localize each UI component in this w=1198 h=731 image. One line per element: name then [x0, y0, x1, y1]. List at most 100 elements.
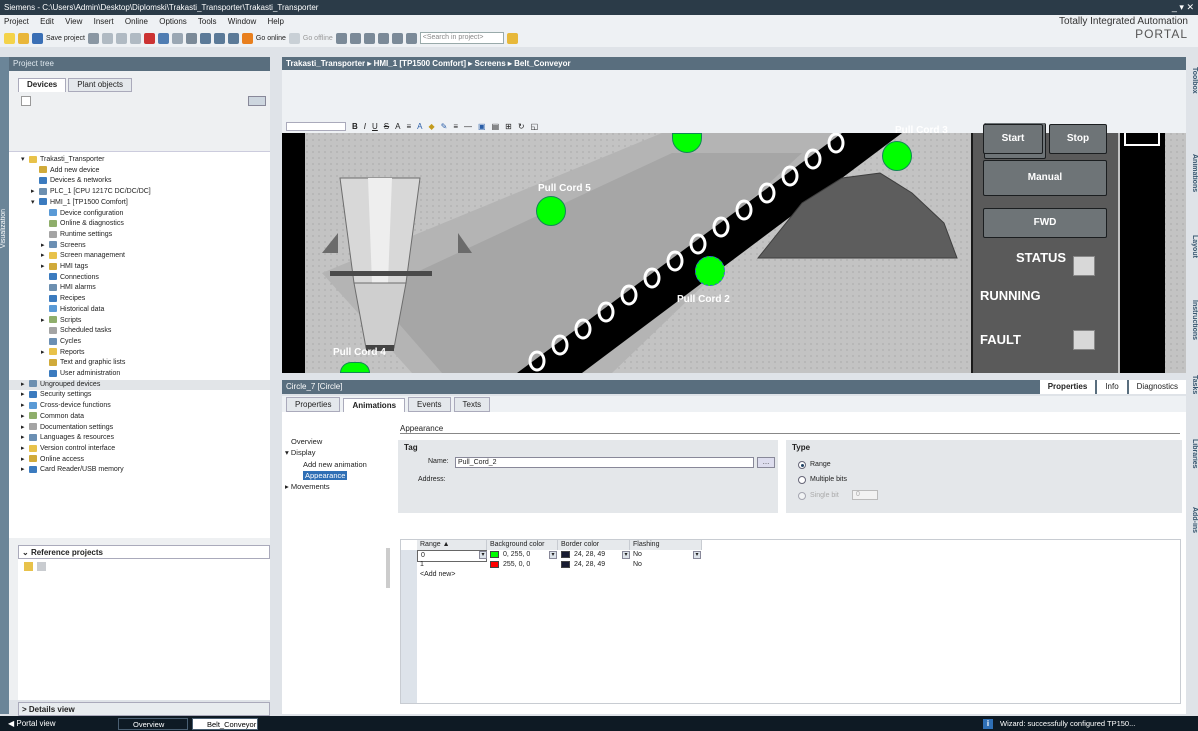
tree-item[interactable]: ▸ PLC_1 [CPU 1217C DC/DC/DC]: [9, 187, 270, 198]
tree-expand-icon[interactable]: ▾: [31, 198, 39, 209]
font-size-dropdown[interactable]: [286, 122, 346, 131]
start-button[interactable]: Start: [983, 124, 1043, 154]
underline-icon[interactable]: U: [372, 122, 378, 131]
group-icon[interactable]: ▤: [492, 122, 500, 131]
type-multiple-bits-radio[interactable]: [798, 476, 806, 484]
portal-view-button[interactable]: ◀ Portal view: [8, 716, 56, 731]
animations-tab[interactable]: Animations: [1186, 154, 1198, 192]
fwd-button[interactable]: FWD: [983, 208, 1107, 238]
cross-reference-icon[interactable]: [377, 32, 389, 44]
menu-help[interactable]: Help: [267, 17, 283, 26]
tree-item[interactable]: ▸ HMI tags: [9, 262, 270, 273]
tab-devices[interactable]: Devices: [18, 78, 67, 92]
tree-expand-icon[interactable]: ▸: [21, 465, 29, 476]
go-offline-button[interactable]: Go offline: [303, 35, 333, 42]
grid-cell-bg-1[interactable]: 255, 0, 0: [487, 560, 530, 570]
grid-cell-flashing-1[interactable]: No: [630, 560, 642, 570]
window-controls[interactable]: _ ▾ ✕: [1172, 0, 1194, 15]
tree-expand-icon[interactable]: ▸: [21, 444, 29, 455]
pull-cord-2-indicator[interactable]: [695, 256, 725, 286]
tree-item[interactable]: ▸ Security settings: [9, 390, 270, 401]
undo-icon[interactable]: [157, 32, 169, 44]
open-project-icon[interactable]: [18, 32, 29, 44]
grid-header-background-color[interactable]: Background color: [487, 540, 558, 550]
manual-button[interactable]: Manual: [983, 160, 1107, 196]
strikethrough-icon[interactable]: S: [384, 122, 389, 131]
properties-top-tab[interactable]: Properties: [1039, 380, 1096, 394]
nav-movements[interactable]: ▸ Movements: [285, 482, 330, 491]
tree-item[interactable]: ▸ Reports: [9, 348, 270, 359]
menu-window[interactable]: Window: [228, 17, 256, 26]
search-in-project-input[interactable]: <Search in project>: [419, 32, 504, 44]
menu-insert[interactable]: Insert: [94, 17, 114, 26]
grid-cell-range-1[interactable]: 1: [417, 560, 424, 570]
tree-expand-icon[interactable]: ▸: [41, 262, 49, 273]
arrange-icon[interactable]: ▣: [478, 122, 486, 131]
save-project-button[interactable]: Save project: [46, 35, 85, 42]
panel-splitter[interactable]: [386, 548, 390, 588]
pull-cord-3-indicator[interactable]: [882, 141, 912, 171]
menu-tools[interactable]: Tools: [198, 17, 217, 26]
add-ins-tab[interactable]: Add-ins: [1186, 507, 1198, 533]
tree-item[interactable]: Cycles: [9, 337, 270, 348]
grid-header-flashing[interactable]: Flashing: [630, 540, 702, 550]
tree-item[interactable]: ▸ Online access: [9, 455, 270, 466]
close-reference-icon[interactable]: [37, 562, 46, 571]
type-range-radio[interactable]: [798, 461, 806, 469]
grid-header-range[interactable]: Range ▲: [417, 540, 487, 550]
delete-icon[interactable]: [143, 32, 155, 44]
tree-item[interactable]: Runtime settings: [9, 230, 270, 241]
tree-item[interactable]: Online & diagnostics: [9, 219, 270, 230]
pull-cord-4-indicator[interactable]: [340, 362, 370, 373]
tree-item[interactable]: Connections: [9, 273, 270, 284]
go-online-icon[interactable]: [241, 32, 253, 44]
visualization-side-tab[interactable]: Visualization: [0, 57, 9, 714]
tree-item[interactable]: Text and graphic lists: [9, 358, 270, 369]
tree-item[interactable]: Recipes: [9, 294, 270, 305]
menu-project[interactable]: Project: [4, 17, 29, 26]
tree-item[interactable]: ▾ Trakasti_Transporter: [9, 155, 270, 166]
tab-events[interactable]: Events: [408, 397, 451, 412]
tree-expand-icon[interactable]: ▾: [21, 155, 29, 166]
tree-item[interactable]: ▸ Cross-device functions: [9, 401, 270, 412]
flashing-dropdown-icon[interactable]: ▾: [693, 551, 701, 559]
align-icon[interactable]: ≡: [406, 122, 411, 131]
menu-view[interactable]: View: [65, 17, 82, 26]
tree-item[interactable]: ▸ Ungrouped devices: [9, 379, 270, 391]
grid-header-border-color[interactable]: Border color: [558, 540, 630, 550]
tree-expand-icon[interactable]: ▸: [21, 423, 29, 434]
tree-expand-icon[interactable]: ▸: [21, 390, 29, 401]
toolbox-tab[interactable]: Toolbox: [1186, 67, 1198, 94]
tree-view-toggle-icon[interactable]: [248, 96, 266, 106]
tab-properties[interactable]: Properties: [286, 397, 341, 412]
single-bit-spinner[interactable]: 0: [852, 490, 878, 500]
menu-edit[interactable]: Edit: [40, 17, 54, 26]
rotate-icon[interactable]: ↻: [518, 122, 525, 131]
tree-item[interactable]: ▸ Documentation settings: [9, 423, 270, 434]
grid-cell-bg-0[interactable]: 0, 255, 0: [487, 550, 530, 560]
tree-item[interactable]: HMI alarms: [9, 283, 270, 294]
tree-item[interactable]: ▸ Version control interface: [9, 444, 270, 455]
download-icon[interactable]: [199, 32, 211, 44]
tree-item[interactable]: User administration: [9, 369, 270, 380]
paste-icon[interactable]: [129, 32, 141, 44]
new-project-icon[interactable]: [4, 32, 15, 44]
bg-dropdown-icon[interactable]: ▾: [549, 551, 557, 559]
stop-cpu-icon[interactable]: [363, 32, 375, 44]
details-view-header[interactable]: > Details view: [18, 702, 270, 716]
tree-item[interactable]: Devices & networks: [9, 176, 270, 187]
upload-icon[interactable]: [213, 32, 225, 44]
bold-icon[interactable]: B: [352, 122, 358, 131]
info-icon[interactable]: i: [983, 719, 993, 729]
tree-item[interactable]: ▸ Scripts: [9, 316, 270, 327]
line-color-icon[interactable]: ✎: [441, 122, 448, 131]
grid-cell-range-0[interactable]: 0: [417, 550, 487, 562]
tab-plant-objects[interactable]: Plant objects: [68, 78, 133, 92]
simulation-icon[interactable]: [227, 32, 239, 44]
go-online-button[interactable]: Go online: [256, 35, 286, 42]
tag-name-field[interactable]: Pull_Cord_2: [455, 457, 754, 468]
tree-item[interactable]: ▸ Common data: [9, 412, 270, 423]
grid-add-new-row[interactable]: <Add new>: [417, 570, 455, 580]
copy-icon[interactable]: [115, 32, 127, 44]
split-vertical-icon[interactable]: [405, 32, 417, 44]
